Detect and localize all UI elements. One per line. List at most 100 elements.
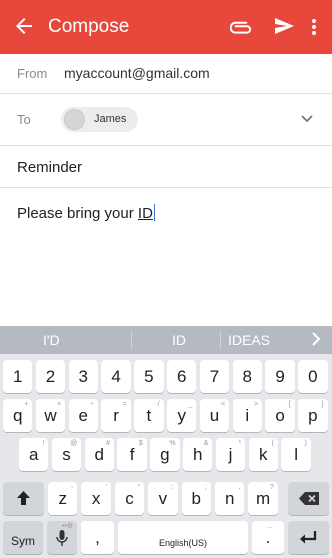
- key-n[interactable]: ,n: [215, 482, 245, 515]
- suggestion-bar: I'D ID IDEAS: [0, 326, 332, 354]
- key-y[interactable]: _ y: [167, 399, 197, 432]
- suggestion-3[interactable]: IDEAS: [228, 332, 270, 348]
- key-label: n: [224, 489, 235, 508]
- suggestion-1[interactable]: I'D: [43, 332, 60, 348]
- key-label: 5: [144, 367, 154, 386]
- arrow-left-icon[interactable]: [12, 14, 36, 38]
- backspace-key[interactable]: [288, 482, 329, 515]
- key-label: r: [113, 406, 119, 425]
- key-v[interactable]: :v: [148, 482, 178, 515]
- key-label: h: [192, 445, 203, 464]
- suggestion-2[interactable]: ID: [172, 332, 186, 348]
- key-c[interactable]: " c: [114, 482, 145, 515]
- comma-key-label: ,: [95, 528, 100, 547]
- app-bar: Compose: [0, 0, 332, 54]
- key-label: u: [209, 406, 220, 425]
- key-8[interactable]: 8: [232, 360, 262, 393]
- period-key[interactable]: … .: [252, 521, 284, 554]
- subject-row[interactable]: Reminder: [0, 146, 332, 188]
- voice-input-key[interactable]: ••⚙: [47, 521, 77, 554]
- key-7[interactable]: 7: [199, 360, 230, 393]
- suggestion-divider: [220, 332, 221, 348]
- to-label: To: [17, 112, 31, 127]
- key-label: l: [294, 445, 298, 464]
- key-d[interactable]: # d: [84, 438, 114, 471]
- key-label: w: [44, 406, 57, 425]
- period-key-label: .: [265, 528, 271, 547]
- sym-key[interactable]: Sym: [3, 521, 43, 554]
- backspace-icon: [299, 492, 319, 505]
- comma-key[interactable]: ,: [81, 521, 114, 554]
- key-o[interactable]: [o: [265, 399, 295, 432]
- key-label: a: [28, 445, 39, 464]
- microphone-icon: [56, 530, 68, 546]
- from-account[interactable]: myaccount@gmail.com: [64, 65, 210, 81]
- space-key[interactable]: English(US): [118, 521, 248, 554]
- key-label: j: [228, 445, 233, 464]
- key-x[interactable]: ' x: [81, 482, 111, 515]
- key-label: v: [158, 489, 168, 508]
- space-key-label: English(US): [158, 538, 207, 548]
- message-body[interactable]: Please bring your ID: [17, 204, 155, 222]
- key-m[interactable]: ? m: [248, 482, 278, 515]
- from-label: From: [17, 66, 48, 81]
- key-u[interactable]: < u: [199, 399, 230, 432]
- key-label: 8: [242, 367, 253, 386]
- key-t[interactable]: / t: [134, 399, 164, 432]
- text-cursor: [153, 204, 155, 221]
- key-i[interactable]: > i: [232, 399, 262, 432]
- key-q[interactable]: + q: [3, 399, 33, 432]
- key-label: z: [58, 489, 67, 508]
- key-4[interactable]: 4: [101, 360, 131, 393]
- enter-icon: [300, 531, 317, 544]
- paperclip-icon[interactable]: [230, 16, 254, 38]
- keyboard: I'D ID IDEAS 1 2 3 4 5 6 7 8 9 0 + q × w ÷ e = r / t _ y < u > i[…: [0, 326, 332, 558]
- key-label: y: [177, 406, 186, 425]
- key-label: c: [125, 489, 134, 508]
- key-label: s: [62, 445, 71, 464]
- key-label: d: [94, 445, 105, 464]
- chevron-down-icon[interactable]: [300, 112, 314, 126]
- key-r[interactable]: = r: [101, 399, 131, 432]
- key-2[interactable]: 2: [35, 360, 66, 393]
- key-w[interactable]: × w: [35, 399, 66, 432]
- key-p[interactable]: ] p: [298, 399, 328, 432]
- key-a[interactable]: ! a: [19, 438, 49, 471]
- chevron-right-icon[interactable]: [309, 330, 323, 348]
- key-9[interactable]: 9: [265, 360, 295, 393]
- more-vert-icon[interactable]: [308, 15, 320, 39]
- key-0[interactable]: 0: [298, 360, 328, 393]
- shift-key[interactable]: [3, 482, 44, 515]
- key-f[interactable]: $ f: [117, 438, 147, 471]
- key-g[interactable]: % g: [150, 438, 180, 471]
- key-3[interactable]: 3: [68, 360, 98, 393]
- key-k[interactable]: (k: [248, 438, 278, 471]
- body-text: Please bring your: [17, 205, 138, 222]
- key-z[interactable]: -z: [48, 482, 78, 515]
- key-6[interactable]: 6: [167, 360, 197, 393]
- subject-field[interactable]: Reminder: [17, 159, 82, 176]
- key-1[interactable]: 1: [3, 360, 33, 393]
- key-s[interactable]: @ s: [51, 438, 82, 471]
- key-e[interactable]: ÷ e: [68, 399, 98, 432]
- enter-key[interactable]: [288, 521, 329, 554]
- key-label: t: [146, 406, 152, 425]
- suggestion-divider: [131, 332, 132, 348]
- recipient-chip[interactable]: James: [61, 107, 138, 132]
- key-label: 7: [209, 367, 220, 386]
- key-label: 9: [275, 367, 285, 386]
- key-5[interactable]: 5: [134, 360, 164, 393]
- key-label: 1: [12, 367, 23, 386]
- page-title: Compose: [48, 16, 130, 37]
- key-h[interactable]: & h: [183, 438, 213, 471]
- avatar: [64, 109, 85, 130]
- to-row[interactable]: To James: [0, 94, 332, 146]
- key-b[interactable]: ; b: [181, 482, 211, 515]
- key-j[interactable]: * j: [215, 438, 246, 471]
- key-label: 6: [176, 367, 187, 386]
- key-label: p: [308, 406, 318, 425]
- send-icon[interactable]: [273, 15, 295, 37]
- key-label: 3: [78, 367, 89, 386]
- key-l[interactable]: ) l: [281, 438, 311, 471]
- key-label: b: [191, 489, 202, 508]
